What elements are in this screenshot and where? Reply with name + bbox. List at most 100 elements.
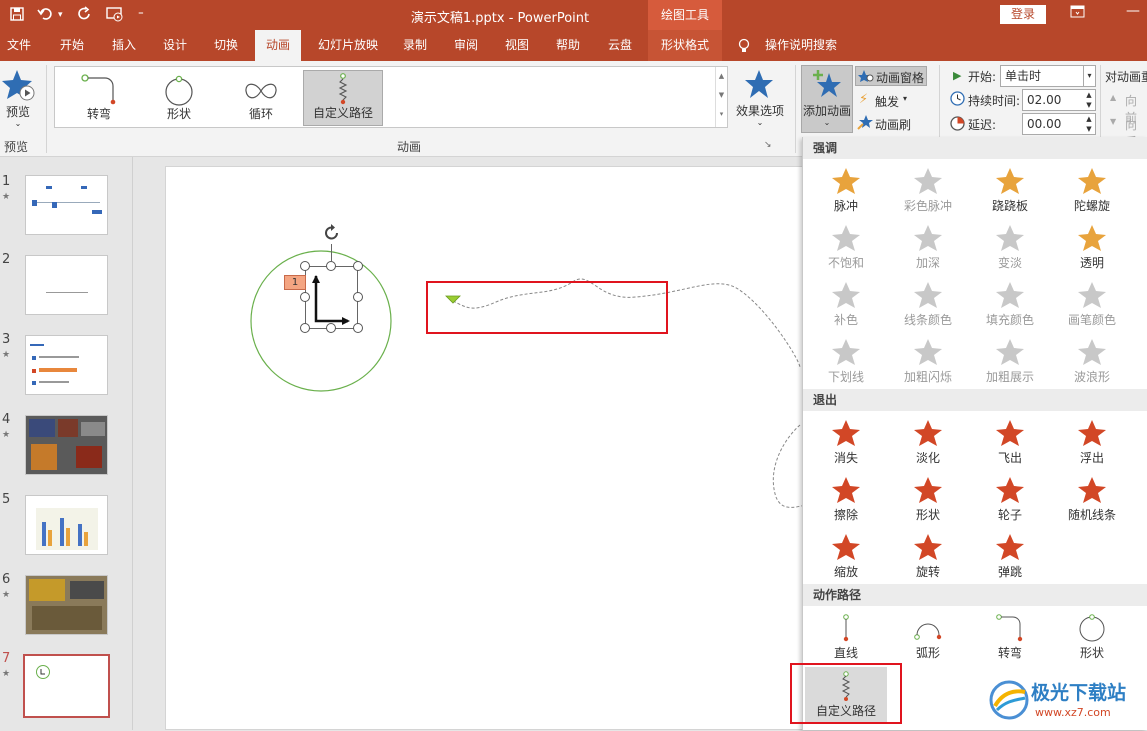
emphasis-item[interactable]: 补色: [805, 276, 887, 332]
emphasis-item[interactable]: 画笔颜色: [1051, 276, 1133, 332]
resize-handle[interactable]: [300, 261, 310, 271]
delay-spinner[interactable]: 00.00 ▲ ▼: [1022, 113, 1096, 135]
exit-item[interactable]: 擦除: [805, 471, 887, 527]
tab-cloud[interactable]: 云盘: [598, 30, 642, 61]
gallery-scroll[interactable]: ▲ ▼ ▾: [715, 67, 727, 127]
gallery-item-label: 加深: [915, 256, 940, 270]
ribbon-tabs: 文件 开始 插入 设计 切换 动画 幻灯片放映 录制 审阅 视图 帮助 云盘 形…: [0, 30, 1147, 61]
tab-design[interactable]: 设计: [153, 30, 197, 61]
rotate-handle-icon[interactable]: [322, 223, 342, 246]
emphasis-star-icon: [832, 282, 860, 308]
section-motion-paths: 动作路径: [803, 584, 1147, 606]
gallery-item-label: 直线: [833, 646, 858, 660]
trigger-button[interactable]: ⚡ 触发 ▾: [857, 91, 927, 111]
lightbulb-icon: [734, 30, 754, 61]
tab-shape-format[interactable]: 形状格式: [648, 30, 722, 61]
emphasis-item[interactable]: 不饱和: [805, 219, 887, 275]
exit-item[interactable]: 轮子: [969, 471, 1051, 527]
resize-handle[interactable]: [300, 292, 310, 302]
emphasis-item[interactable]: 填充颜色: [969, 276, 1051, 332]
emphasis-item[interactable]: 跷跷板: [969, 162, 1051, 218]
animation-shapes[interactable]: 形状: [139, 70, 219, 126]
slide-canvas[interactable]: 1: [165, 166, 806, 730]
custom-path-icon: [338, 73, 348, 105]
ribbon-display-icon[interactable]: [1070, 5, 1086, 23]
slide-thumbnail-1[interactable]: [25, 175, 108, 235]
slide-thumbnail-3[interactable]: [25, 335, 108, 395]
motion-path-icon: [843, 614, 849, 642]
emphasis-item[interactable]: 加深: [887, 219, 969, 275]
add-animation-button[interactable]: 添加动画 ⌄: [801, 65, 853, 133]
emphasis-item[interactable]: 透明: [1051, 219, 1133, 275]
clock-icon: [950, 91, 965, 109]
tab-slideshow[interactable]: 幻灯片放映: [308, 30, 388, 61]
exit-item[interactable]: 淡化: [887, 414, 969, 470]
add-animation-gallery: 强调 退出 动作路径 脉冲 彩色脉冲 跷跷板 陀螺旋 不饱和 加深 变淡 透明 补色 线条颜色 填充…: [802, 137, 1147, 730]
emphasis-item[interactable]: 彩色脉冲: [887, 162, 969, 218]
animation-loops[interactable]: 循环: [221, 70, 301, 126]
exit-item[interactable]: 弹跳: [969, 528, 1051, 584]
tab-help[interactable]: 帮助: [547, 30, 589, 61]
emphasis-star-icon: [914, 168, 942, 194]
emphasis-item[interactable]: 下划线: [805, 333, 887, 389]
exit-item[interactable]: 形状: [887, 471, 969, 527]
slide-thumbnail-2[interactable]: [25, 255, 108, 315]
tab-animations[interactable]: 动画: [255, 30, 301, 61]
resize-handle[interactable]: [326, 261, 336, 271]
duration-spinner[interactable]: 02.00 ▲ ▼: [1022, 89, 1096, 111]
motion-path-item[interactable]: 形状: [1051, 609, 1133, 665]
dialog-launcher-icon[interactable]: ↘: [764, 140, 772, 150]
slide-thumbnail-4[interactable]: [25, 415, 108, 475]
emphasis-item[interactable]: 变淡: [969, 219, 1051, 275]
exit-item[interactable]: 浮出: [1051, 414, 1133, 470]
emphasis-item[interactable]: 加粗闪烁: [887, 333, 969, 389]
login-button[interactable]: 登录: [1000, 5, 1046, 24]
gallery-item-label: 弹跳: [997, 565, 1022, 579]
motion-path-item[interactable]: 转弯: [969, 609, 1051, 665]
exit-item[interactable]: 飞出: [969, 414, 1051, 470]
emphasis-item[interactable]: 陀螺旋: [1051, 162, 1133, 218]
slide-number: 1: [2, 174, 11, 189]
exit-item[interactable]: 消失: [805, 414, 887, 470]
slide-thumbnail-7[interactable]: [23, 654, 110, 718]
animation-pane-button[interactable]: 动画窗格: [855, 66, 927, 86]
start-select[interactable]: 单击时 ▾: [1000, 65, 1096, 87]
resize-handle[interactable]: [326, 323, 336, 333]
tab-view[interactable]: 视图: [496, 30, 538, 61]
minimize-icon[interactable]: —: [1126, 3, 1140, 19]
resize-handle[interactable]: [353, 261, 363, 271]
resize-handle[interactable]: [353, 323, 363, 333]
animation-painter-button[interactable]: 动画刷: [857, 114, 927, 134]
exit-item[interactable]: 缩放: [805, 528, 887, 584]
exit-item[interactable]: 旋转: [887, 528, 969, 584]
motion-path-item[interactable]: 直线: [805, 609, 887, 665]
animation-custom-path[interactable]: 自定义路径: [303, 70, 383, 126]
preview-button[interactable]: 预览 ⌄: [0, 67, 40, 129]
resize-handle[interactable]: [353, 292, 363, 302]
tab-review[interactable]: 审阅: [445, 30, 487, 61]
selected-shape[interactable]: [305, 266, 358, 329]
tab-home[interactable]: 开始: [50, 30, 94, 61]
chevron-down-icon: ⌄: [14, 119, 22, 128]
animation-order-tag[interactable]: 1: [284, 275, 306, 290]
slide-thumbnail-6[interactable]: [25, 575, 108, 635]
chevron-down-icon: ▾: [1083, 66, 1095, 86]
emphasis-item[interactable]: 加粗展示: [969, 333, 1051, 389]
spinner-arrows-icon[interactable]: ▲ ▼: [1083, 114, 1095, 134]
emphasis-item[interactable]: 波浪形: [1051, 333, 1133, 389]
tab-transitions[interactable]: 切换: [204, 30, 248, 61]
star-icon: [745, 70, 773, 98]
effect-options-button[interactable]: 效果选项 ⌄: [730, 67, 790, 133]
tab-record[interactable]: 录制: [394, 30, 436, 61]
animation-turns[interactable]: 转弯: [59, 70, 139, 126]
tab-insert[interactable]: 插入: [102, 30, 146, 61]
resize-handle[interactable]: [300, 323, 310, 333]
emphasis-item[interactable]: 线条颜色: [887, 276, 969, 332]
slide-thumbnail-5[interactable]: [25, 495, 108, 555]
tab-file[interactable]: 文件: [0, 30, 38, 61]
tell-me-search[interactable]: 操作说明搜索: [758, 30, 844, 61]
motion-path-item[interactable]: 弧形: [887, 609, 969, 665]
spinner-arrows-icon[interactable]: ▲ ▼: [1083, 90, 1095, 110]
emphasis-item[interactable]: 脉冲: [805, 162, 887, 218]
exit-item[interactable]: 随机线条: [1051, 471, 1133, 527]
